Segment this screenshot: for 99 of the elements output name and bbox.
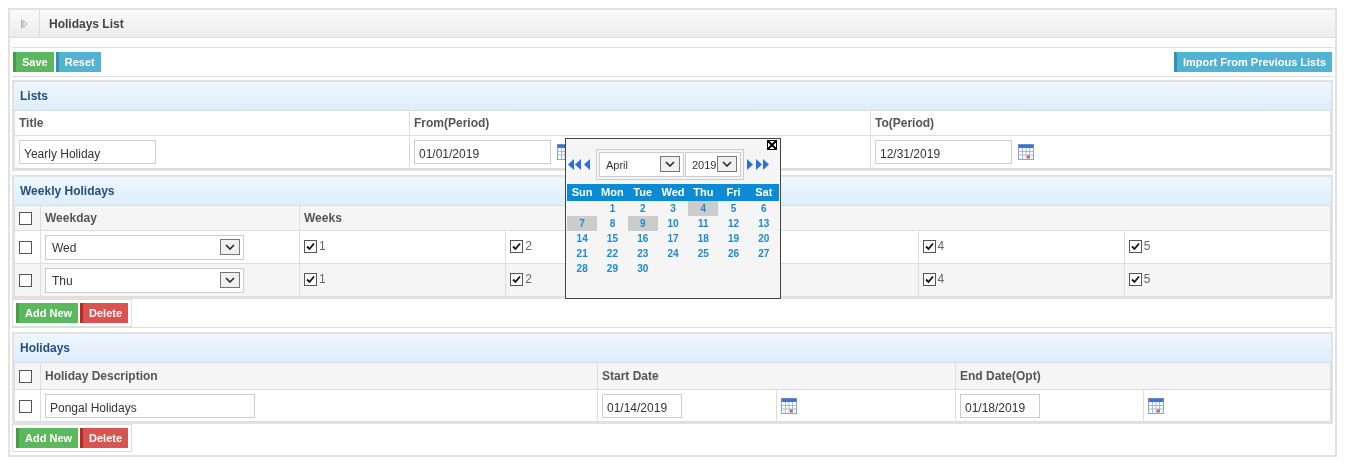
week-number: 5 (1143, 273, 1151, 285)
checkbox[interactable] (510, 240, 524, 253)
weekday-header: Fri (718, 184, 749, 201)
week-number: 2 (525, 273, 532, 285)
checkbox[interactable] (922, 240, 936, 253)
column-header: Holiday Description (45, 369, 158, 383)
calendar-day[interactable]: 22 (597, 246, 628, 261)
calendar-day[interactable]: 1 (597, 201, 628, 216)
column-header: End Date(Opt) (960, 369, 1041, 383)
calendar-day[interactable]: 12 (718, 216, 749, 231)
checkbox[interactable] (19, 212, 32, 226)
column-header: From(Period) (414, 116, 490, 130)
calendar-day[interactable]: 26 (718, 246, 749, 261)
checkbox[interactable] (304, 240, 317, 253)
caret-icon (660, 156, 680, 172)
calendar-day[interactable]: 6 (748, 201, 779, 216)
column-header: To(Period) (875, 116, 935, 130)
calendar-day[interactable]: 3 (657, 201, 689, 216)
section-title: Lists (20, 88, 48, 105)
section-title: Weekly Holidays (20, 183, 115, 200)
checkbox[interactable] (1128, 273, 1142, 286)
page-title: Holidays List (48, 15, 124, 33)
calendar-day[interactable]: 30 (627, 261, 658, 276)
caret-icon (220, 239, 240, 255)
dropdown[interactable]: Wed (45, 234, 244, 260)
caret-icon (220, 272, 240, 288)
calendar-day[interactable]: 8 (597, 216, 628, 231)
week-number: 1 (319, 273, 326, 285)
calendar-day[interactable]: 17 (657, 231, 689, 246)
button[interactable]: Import From Previous Lists (1173, 52, 1332, 72)
button[interactable]: Delete (80, 428, 129, 448)
column-header: Weeks (304, 211, 342, 225)
checkbox[interactable] (19, 399, 32, 413)
calendar-day[interactable]: 7 (567, 216, 598, 231)
button[interactable]: Delete (80, 303, 129, 323)
calendar-day[interactable]: 25 (688, 246, 719, 261)
week-number: 4 (937, 240, 945, 252)
calendar-day[interactable]: 20 (748, 231, 779, 246)
checkbox[interactable] (19, 370, 32, 384)
input-field[interactable]: 01/18/2019 (960, 393, 1040, 418)
calendar-day[interactable]: 11 (688, 216, 719, 231)
checkbox[interactable] (19, 274, 32, 288)
calendar-day[interactable]: 2 (627, 201, 658, 216)
dropdown[interactable]: Thu (45, 267, 244, 293)
calendar-day[interactable]: 21 (567, 246, 598, 261)
checkbox[interactable] (19, 241, 32, 255)
column-header: Weekday (45, 211, 97, 225)
checkbox[interactable] (510, 273, 524, 286)
calendar-day[interactable]: 29 (597, 261, 628, 276)
calendar-icon[interactable] (781, 398, 797, 415)
button[interactable]: Add New (16, 303, 79, 323)
column-header: Title (19, 116, 44, 130)
section-title: Holidays (20, 340, 70, 357)
calendar-day[interactable]: 24 (657, 246, 689, 261)
calendar-day[interactable]: 16 (627, 231, 658, 246)
dropdown[interactable]: 2019 (685, 151, 741, 177)
input-field[interactable]: 01/14/2019 (602, 393, 682, 418)
checkbox[interactable] (1128, 240, 1142, 253)
close-icon[interactable] (767, 140, 777, 150)
week-number: 4 (937, 273, 945, 285)
calendar-day[interactable]: 13 (748, 216, 779, 231)
calendar-day[interactable]: 4 (688, 201, 719, 216)
calendar-day[interactable]: 23 (627, 246, 658, 261)
calendar-day[interactable]: 18 (688, 231, 719, 246)
calendar-icon[interactable] (1018, 144, 1034, 160)
calendar-day[interactable]: 9 (627, 216, 658, 231)
previous-year-icon[interactable] (568, 158, 581, 170)
weekday-header: Sun (567, 184, 598, 201)
input-field[interactable]: 12/31/2019 (875, 140, 1012, 164)
calendar-icon[interactable] (1147, 398, 1164, 415)
calendar-day[interactable]: 27 (748, 246, 779, 261)
button[interactable]: Save (13, 52, 54, 72)
week-number: 5 (1143, 240, 1151, 252)
button[interactable]: Reset (55, 52, 101, 72)
week-number: 2 (525, 240, 532, 252)
week-number: 1 (319, 240, 326, 252)
calendar-day[interactable]: 5 (718, 201, 749, 216)
next-year-icon[interactable] (756, 158, 769, 170)
previous-month-icon[interactable] (584, 158, 590, 170)
weekday-header: Tue (627, 184, 658, 201)
input-field[interactable]: Yearly Holiday (19, 140, 156, 164)
weekday-header: Mon (597, 184, 628, 201)
input-field[interactable]: 01/01/2019 (414, 140, 551, 164)
next-month-icon[interactable] (747, 158, 753, 170)
input-field[interactable]: Pongal Holidays (45, 393, 255, 418)
button[interactable]: Add New (16, 428, 79, 448)
column-header: Start Date (602, 369, 659, 383)
weekday-header: Thu (688, 184, 719, 201)
calendar-day[interactable]: 15 (597, 231, 628, 246)
dropdown[interactable]: April (599, 151, 684, 177)
calendar-day[interactable]: 19 (718, 231, 749, 246)
weekday-header: Sat (748, 184, 779, 201)
checkbox[interactable] (922, 273, 936, 286)
calendar-day[interactable]: 10 (657, 216, 689, 231)
weekday-header: Wed (657, 184, 689, 201)
checkbox[interactable] (304, 273, 317, 286)
caret-icon (717, 156, 737, 172)
calendar-day[interactable]: 28 (567, 261, 598, 276)
calendar-day[interactable]: 14 (567, 231, 598, 246)
